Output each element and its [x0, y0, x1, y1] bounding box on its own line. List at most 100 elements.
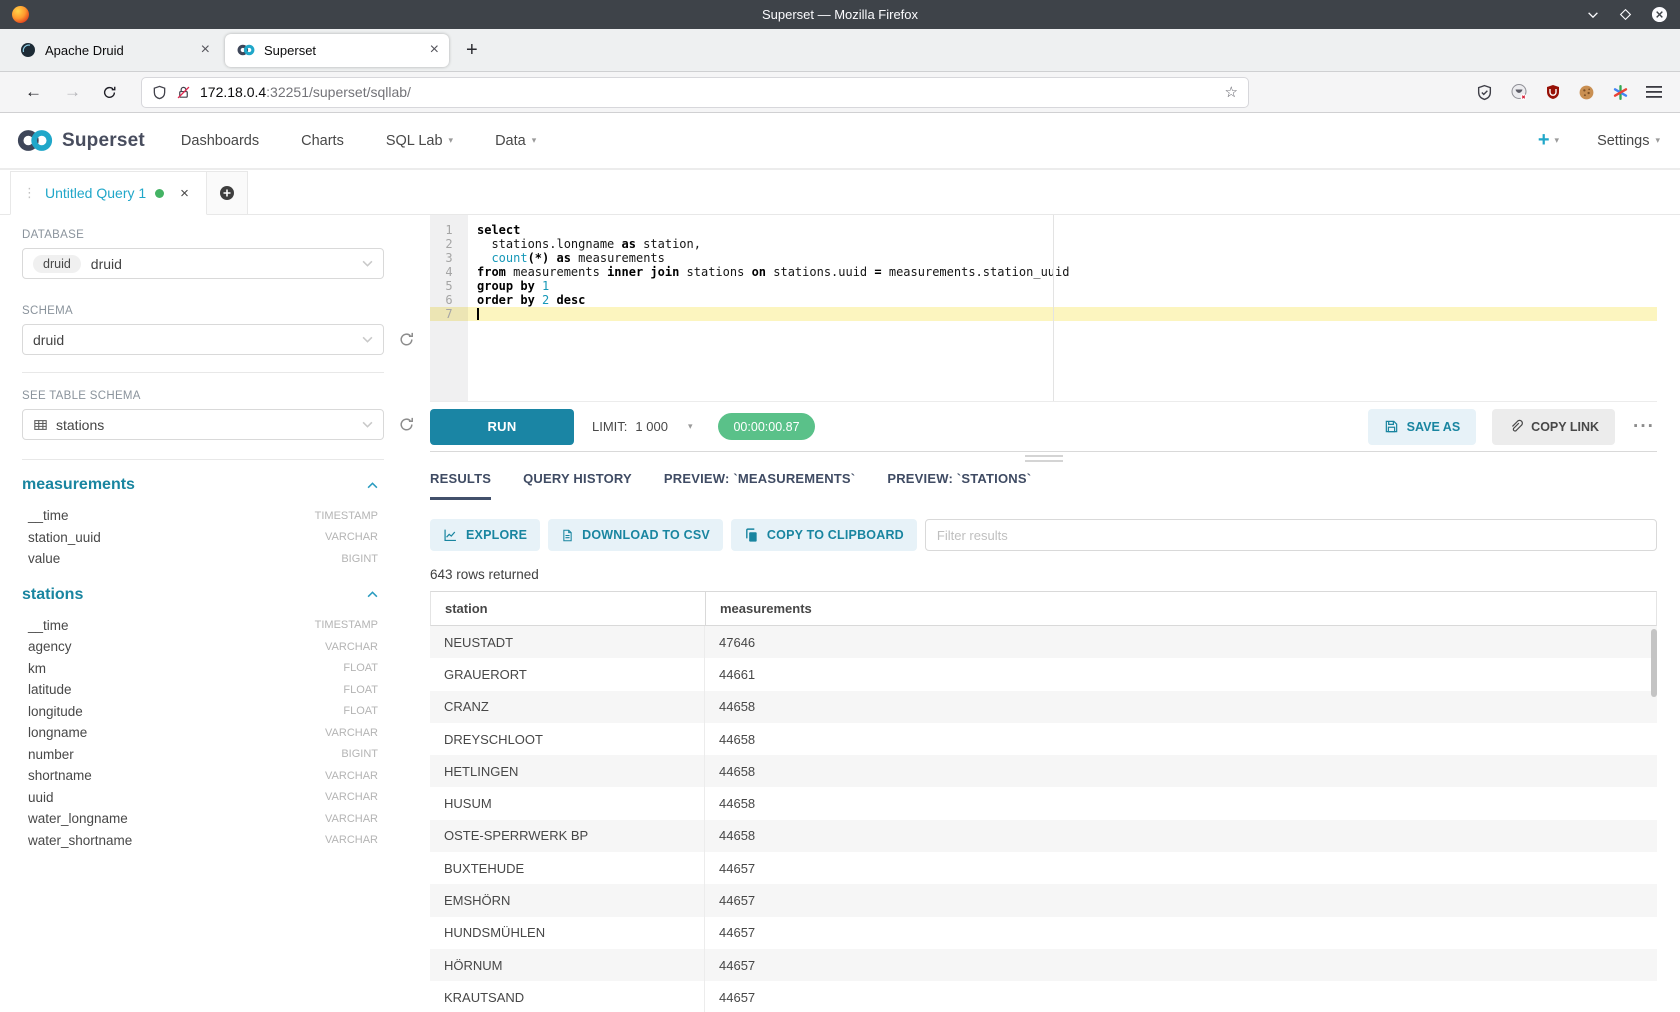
window-titlebar: Superset — Mozilla Firefox — [0, 0, 1680, 29]
column-type: FLOAT — [343, 705, 378, 717]
code-line[interactable]: count(*) as measurements — [477, 251, 1657, 265]
table-row: EMSHÖRN44657 — [430, 884, 1657, 916]
new-query-tab-button[interactable] — [207, 171, 248, 215]
run-button[interactable]: RUN — [430, 409, 574, 445]
copy-link-button[interactable]: COPY LINK — [1492, 409, 1615, 445]
collapse-chevron-icon[interactable] — [367, 482, 378, 489]
query-tab-close-icon[interactable]: × — [180, 185, 189, 202]
results-tab[interactable]: PREVIEW: `STATIONS` — [887, 471, 1031, 500]
schema-tables: measurements__timeTIMESTAMPstation_uuidV… — [22, 476, 430, 851]
filter-results-input[interactable] — [925, 519, 1657, 551]
drag-dots-icon[interactable]: ⋮ — [23, 185, 36, 201]
results-tab[interactable]: QUERY HISTORY — [523, 471, 632, 500]
menu-icon[interactable] — [1646, 85, 1662, 99]
results-table-body: NEUSTADT47646GRAUERORT44661CRANZ44658DRE… — [430, 626, 1657, 1012]
schema-table-name: measurements — [22, 476, 135, 494]
code-line[interactable]: group by 1 — [477, 279, 1657, 293]
firefox-logo-icon — [12, 6, 29, 23]
nav-item-charts[interactable]: Charts — [301, 133, 344, 149]
nav-item-data[interactable]: Data▾ — [495, 133, 536, 149]
cell-station: EMSHÖRN — [430, 884, 705, 916]
explore-button[interactable]: EXPLORE — [430, 519, 540, 551]
cell-measurements: 44657 — [705, 852, 1657, 884]
table-value: stations — [56, 417, 104, 433]
cell-station: HUSUM — [430, 787, 705, 819]
cell-measurements: 44658 — [705, 723, 1657, 755]
collapse-chevron-icon[interactable] — [367, 591, 378, 598]
query-tab[interactable]: ⋮ Untitled Query 1 × — [10, 171, 207, 215]
new-item-button[interactable]: +▾ — [1538, 129, 1559, 152]
copy-clipboard-button[interactable]: COPY TO CLIPBOARD — [731, 519, 917, 551]
url-bar[interactable]: 172.18.0.4:32251/superset/sqllab/ ☆ — [141, 77, 1249, 108]
extension-shield-icon[interactable] — [1476, 84, 1493, 101]
download-csv-button[interactable]: DOWNLOAD TO CSV — [548, 519, 723, 551]
nav-item-dashboards[interactable]: Dashboards — [181, 133, 259, 149]
table-row: KRAUTSAND44657 — [430, 981, 1657, 1012]
browser-tab-druid[interactable]: Apache Druid × — [8, 34, 220, 67]
schema-column-row: __timeTIMESTAMP — [22, 615, 378, 637]
back-icon[interactable]: ← — [14, 82, 53, 102]
schema-table-name: stations — [22, 586, 83, 604]
schema-select[interactable]: druid — [22, 324, 384, 355]
bookmark-star-icon[interactable]: ☆ — [1225, 83, 1238, 101]
extension-mask-icon[interactable] — [1510, 83, 1528, 101]
nav-item-sql-lab[interactable]: SQL Lab▾ — [386, 133, 453, 149]
code-line[interactable] — [468, 307, 1657, 321]
extension-colorful-icon[interactable] — [1612, 84, 1629, 101]
schema-table-header[interactable]: stations — [22, 586, 378, 604]
superset-navbar: Superset Dashboards Charts SQL Lab▾ Data… — [0, 113, 1680, 170]
window-close-icon[interactable] — [1651, 6, 1668, 23]
schema-label: SCHEMA — [22, 305, 430, 317]
settings-menu[interactable]: Settings▾ — [1597, 133, 1660, 149]
new-tab-button[interactable]: + — [454, 40, 490, 60]
gutter-line-number: 3 — [430, 251, 468, 265]
column-name: water_longname — [28, 811, 128, 826]
limit-dropdown[interactable]: LIMIT: 1 000 ▾ — [592, 419, 692, 434]
tab-close-icon[interactable]: × — [430, 42, 439, 58]
table-row: CRANZ44658 — [430, 691, 1657, 723]
query-tab-strip: ⋮ Untitled Query 1 × — [0, 170, 1680, 215]
forward-icon[interactable]: → — [53, 82, 92, 102]
database-select[interactable]: druid druid — [22, 248, 384, 279]
cell-measurements: 44657 — [705, 949, 1657, 981]
window-maximize-icon[interactable] — [1619, 8, 1632, 21]
cell-station: HETLINGEN — [430, 755, 705, 787]
column-type: VARCHAR — [325, 834, 378, 846]
cell-measurements: 44658 — [705, 691, 1657, 723]
code-line[interactable]: from measurements inner join stations on… — [477, 265, 1657, 279]
column-type: FLOAT — [343, 684, 378, 696]
results-tab[interactable]: PREVIEW: `MEASUREMENTS` — [664, 471, 855, 500]
insecure-lock-icon[interactable] — [176, 85, 191, 100]
browser-tab-superset[interactable]: Superset × — [225, 34, 449, 67]
code-line[interactable]: stations.longname as station, — [477, 237, 1657, 251]
cell-measurements: 44658 — [705, 820, 1657, 852]
code-line[interactable]: select — [477, 223, 1657, 237]
window-minimize-icon[interactable] — [1586, 8, 1600, 22]
schema-value: druid — [33, 332, 64, 348]
results-tab[interactable]: RESULTS — [430, 471, 491, 500]
tracking-shield-icon[interactable] — [152, 85, 167, 100]
tab-close-icon[interactable]: × — [201, 42, 210, 58]
schema-column-row: longitudeFLOAT — [22, 701, 378, 723]
reload-icon[interactable] — [92, 85, 127, 100]
column-header-measurements[interactable]: measurements — [706, 592, 1656, 625]
row-count: 643 rows returned — [430, 567, 1657, 582]
schema-column-row: kmFLOAT — [22, 658, 378, 680]
url-text[interactable]: 172.18.0.4:32251/superset/sqllab/ — [200, 84, 1216, 100]
resize-handle[interactable] — [1025, 455, 1063, 462]
schema-table-header[interactable]: measurements — [22, 476, 378, 494]
table-select[interactable]: stations — [22, 409, 384, 440]
extension-ublock-icon[interactable] — [1545, 84, 1561, 100]
cell-station: OSTE-SPERRWERK BP — [430, 820, 705, 852]
column-type: VARCHAR — [325, 791, 378, 803]
sql-editor[interactable]: 1234567 select stations.longname as stat… — [430, 215, 1657, 401]
code-line[interactable]: order by 2 desc — [477, 293, 1657, 307]
cell-station: BUXTEHUDE — [430, 852, 705, 884]
save-as-button[interactable]: SAVE AS — [1368, 409, 1477, 445]
table-scrollbar-thumb[interactable] — [1651, 629, 1657, 697]
superset-logo[interactable]: Superset — [16, 128, 145, 153]
more-actions-button[interactable]: ··· — [1631, 416, 1657, 438]
sql-editor-lines[interactable]: select stations.longname as station, cou… — [468, 215, 1657, 401]
column-header-station[interactable]: station — [431, 592, 706, 625]
extension-cookie-icon[interactable] — [1578, 84, 1595, 101]
